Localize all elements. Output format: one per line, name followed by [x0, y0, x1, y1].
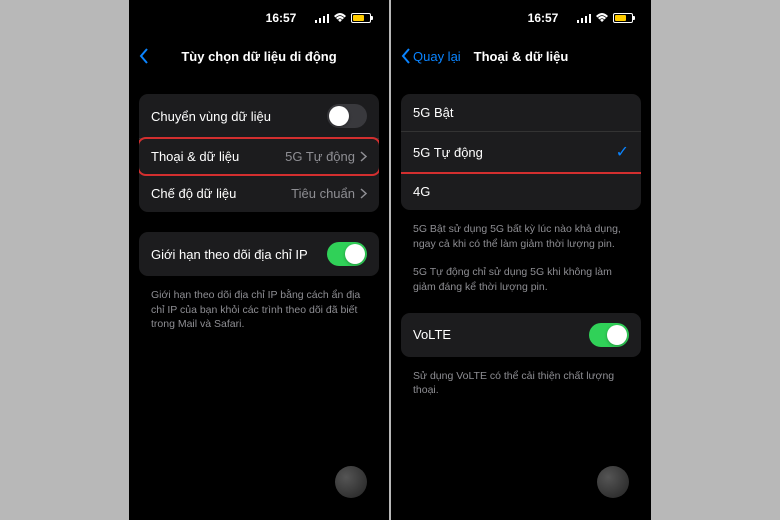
row-label: Thoại & dữ liệu [151, 149, 285, 164]
back-button[interactable] [139, 48, 149, 64]
row-label: 4G [413, 184, 629, 199]
chevron-right-icon [360, 151, 367, 162]
phone-screen-right: 16:57 Quay lại Thoại & dữ liệu 5G Bật [391, 0, 651, 520]
signal-icon [577, 13, 591, 23]
nav-bar: Tùy chọn dữ liệu di động [129, 36, 389, 76]
settings-group-ip: Giới hạn theo dõi địa chỉ IP [139, 232, 379, 276]
row-volte[interactable]: VoLTE [401, 313, 641, 357]
row-label: VoLTE [413, 327, 589, 342]
battery-icon [613, 13, 633, 23]
toggle-roaming[interactable] [327, 104, 367, 128]
row-label: 5G Bật [413, 105, 629, 120]
row-label: 5G Tự động [413, 145, 616, 160]
chevron-left-icon [139, 48, 149, 64]
row-voice-data[interactable]: Thoại & dữ liệu 5G Tự động [139, 137, 379, 176]
option-5g-auto[interactable]: 5G Tự động ✓ [401, 132, 641, 172]
wifi-icon [333, 13, 347, 23]
settings-group-network: 5G Bật 5G Tự động ✓ 4G [401, 94, 641, 210]
status-time: 16:57 [509, 11, 577, 25]
row-data-mode[interactable]: Chế độ dữ liệu Tiêu chuẩn [139, 174, 379, 212]
page-title: Tùy chọn dữ liệu di động [181, 49, 336, 64]
footer-5g-on: 5G Bật sử dụng 5G bất kỳ lúc nào khả dụn… [401, 216, 641, 251]
footer-ip-limit: Giới hạn theo dõi địa chỉ IP bằng cách ẩ… [139, 282, 379, 332]
page-title: Thoại & dữ liệu [474, 49, 569, 64]
footer-volte: Sử dụng VoLTE có thể cải thiện chất lượn… [401, 363, 641, 398]
wifi-icon [595, 13, 609, 23]
row-label: Chế độ dữ liệu [151, 186, 291, 201]
option-5g-on[interactable]: 5G Bật [401, 94, 641, 132]
settings-group-primary: Chuyển vùng dữ liệu Thoại & dữ liệu 5G T… [139, 94, 379, 212]
row-label: Chuyển vùng dữ liệu [151, 109, 327, 124]
chevron-right-icon [360, 188, 367, 199]
option-4g[interactable]: 4G [401, 172, 641, 210]
nav-bar: Quay lại Thoại & dữ liệu [391, 36, 651, 76]
row-data-roaming[interactable]: Chuyển vùng dữ liệu [139, 94, 379, 139]
status-bar: 16:57 [391, 0, 651, 36]
checkmark-icon: ✓ [616, 142, 629, 162]
row-value: Tiêu chuẩn [291, 186, 355, 201]
footer-5g-auto: 5G Tự động chỉ sử dụng 5G khi không làm … [401, 259, 641, 294]
assistive-touch[interactable] [597, 466, 629, 498]
back-label: Quay lại [413, 49, 461, 64]
toggle-ip-limit[interactable] [327, 242, 367, 266]
row-value: 5G Tự động [285, 149, 355, 164]
row-ip-limit[interactable]: Giới hạn theo dõi địa chỉ IP [139, 232, 379, 276]
phone-screen-left: 16:57 Tùy chọn dữ liệu di động Chuyển vù… [129, 0, 389, 520]
toggle-volte[interactable] [589, 323, 629, 347]
settings-group-volte: VoLTE [401, 313, 641, 357]
status-bar: 16:57 [129, 0, 389, 36]
status-time: 16:57 [247, 11, 315, 25]
battery-icon [351, 13, 371, 23]
assistive-touch[interactable] [335, 466, 367, 498]
signal-icon [315, 13, 329, 23]
chevron-left-icon [401, 48, 411, 64]
row-label: Giới hạn theo dõi địa chỉ IP [151, 247, 327, 262]
back-button[interactable]: Quay lại [401, 48, 461, 64]
